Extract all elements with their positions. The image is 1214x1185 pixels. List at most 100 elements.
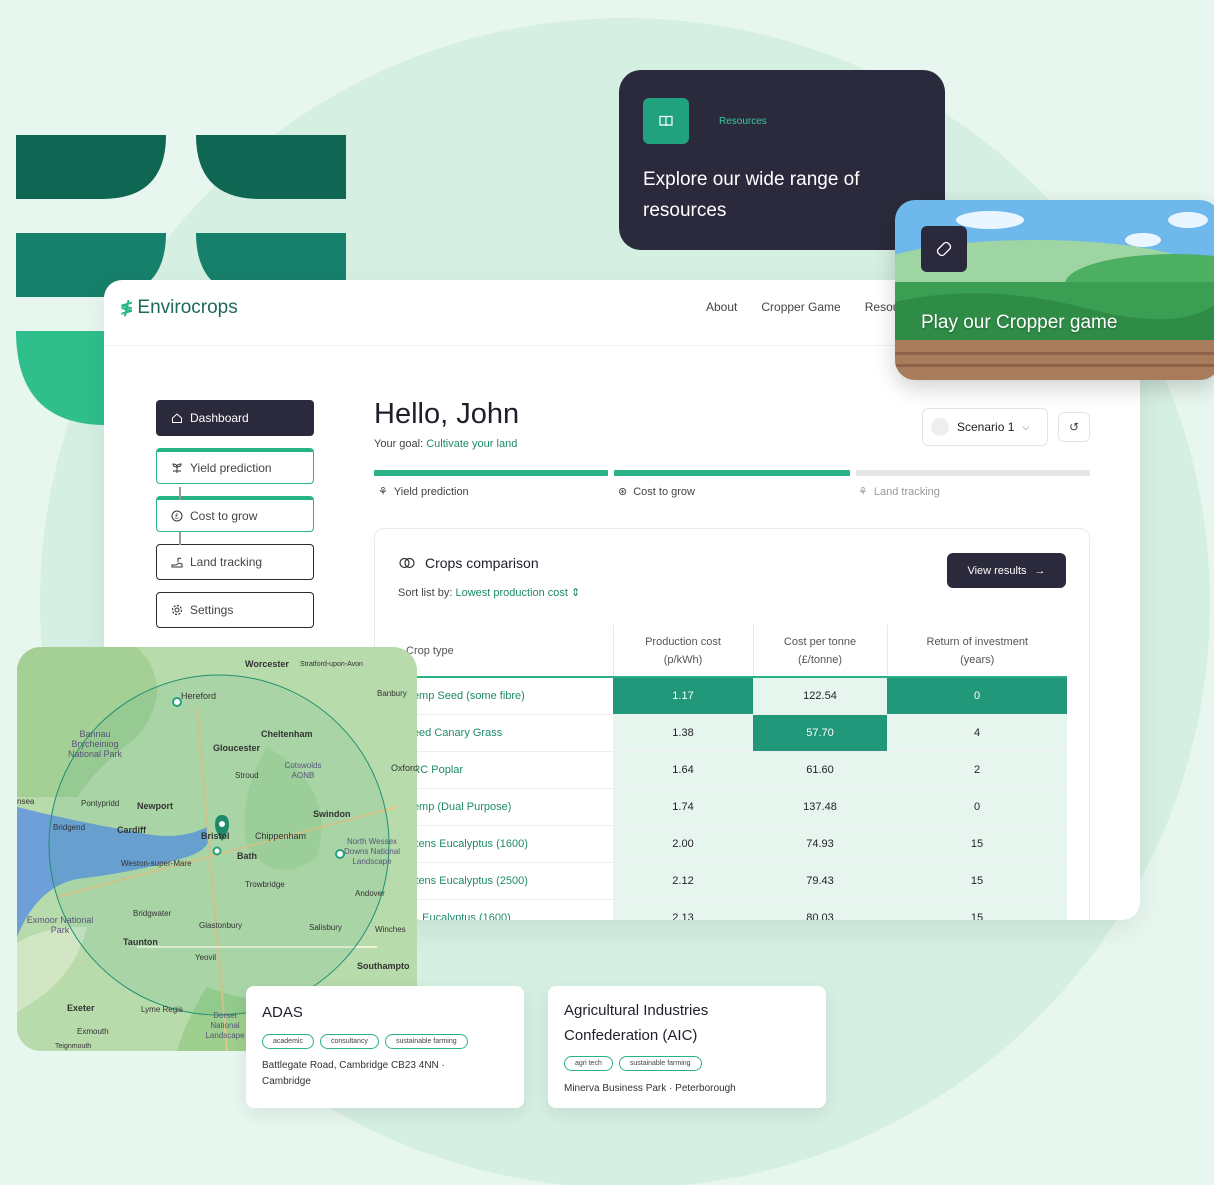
map-label: North Wessex Downs National Landscape [343,837,401,866]
org-tag: agri tech [564,1056,613,1071]
bandage-icon [921,226,967,272]
return-of-investment: 15 [887,862,1067,900]
map-label: Weston-super-Mare [121,859,192,868]
column-header[interactable]: Return of investment (years) [886,625,1067,678]
map-label: Glastonbury [199,921,243,930]
map-label: Bridgwater [133,909,172,918]
org-address: Minerva Business Park · Peterborough [564,1083,736,1094]
return-of-investment: 0 [887,788,1067,826]
map-label: Yeovil [195,953,217,962]
goal-value[interactable]: Cultivate your land [426,438,517,450]
cost-per-tonne: 122.54 [753,677,887,715]
sidebar-item-dashboard[interactable]: Dashboard [156,400,314,436]
map-label: Worcester [245,659,289,669]
sidebar-item-label: Yield prediction [190,460,272,475]
step-cost-to-grow[interactable]: ⊛ Cost to grow [618,485,695,499]
map-label: Lyme Regis [141,1005,183,1014]
map-label: Dorset National Landscape [205,1011,245,1040]
header-text: Return of investment (years) [926,635,1029,666]
sidebar-item-cost-to-grow[interactable]: £ Cost to grow [156,487,314,532]
org-address: Battlegate Road, Cambridge CB23 4NN · Ca… [262,1060,445,1087]
sidebar-item-settings[interactable]: Settings [156,592,314,628]
map-label: Gloucester [213,743,261,753]
sidebar-item-land-tracking[interactable]: Land tracking [156,532,314,580]
cost-per-tonne: 79.43 [753,862,887,900]
cost-per-tonne: 57.70 [753,714,887,752]
header-text: Production cost (p/kWh) [645,635,721,666]
scenario-select[interactable]: Scenario 1 ⌵ [922,408,1048,446]
return-of-investment: 0 [887,677,1067,715]
game-card-text: Play our Cropper game [921,312,1118,333]
arrow-right-icon: → [1034,564,1046,577]
sprout-icon: ⚘ [378,486,388,498]
cost-per-tonne: 74.93 [753,825,887,863]
step-land-tracking[interactable]: ⚘ Land tracking [858,485,940,499]
svg-text:£: £ [175,513,179,520]
plant-hand-icon [171,557,183,568]
sort-arrows-icon: ⇕ [571,587,581,599]
view-results-button[interactable]: View results → [947,553,1066,588]
nav-about[interactable]: About [706,300,737,314]
scenario-value: Scenario 1 [957,420,1015,434]
goal-label: Your goal: [374,438,424,450]
map-label: Bridgend [53,823,86,832]
refresh-icon: ↺ [1068,420,1080,434]
production-cost: 2.00 [613,825,753,863]
map-label: Cotswolds AONB [284,761,322,780]
table-row[interactable]: Reed Canary Grass 1.38 57.70 4 [375,714,1067,752]
org-card-aic[interactable]: Agricultural Industries Confederation (A… [548,986,826,1108]
chevron-down-icon: ⌵ [1022,421,1030,432]
org-card-adas[interactable]: ADAS academic consultancy sustainable fa… [246,986,524,1108]
production-cost: 1.64 [613,751,753,789]
column-header[interactable]: Cost per tonne (£/tonne) [752,625,887,678]
org-name: Agricultural Industries Confederation (A… [564,1002,709,1044]
refresh-button[interactable]: ↺ [1058,412,1090,442]
progress-bar-yield [374,470,608,476]
map-label: Winches [375,925,406,934]
map-label: Bannau Brycheiniog National Park [67,729,123,759]
column-header[interactable]: Production cost (p/kWh) [612,625,753,678]
crops-comparison-card: Crops comparison Sort list by: Lowest pr… [374,528,1090,920]
brand-logo[interactable]: ≸ Envirocrops [120,297,238,319]
logo-mark-icon: ≸ [120,300,134,317]
card-title: Crops comparison [399,555,539,571]
map-label: nsea [17,797,35,806]
table-row[interactable]: Hemp (Dual Purpose) 1.74 137.48 0 [375,788,1067,826]
table-row[interactable]: Nitens Eucalyptus (2500) 2.12 79.43 15 [375,862,1067,900]
map-label: Salisbury [309,923,342,932]
step-connector [179,487,181,500]
map-label: Hereford [181,691,217,701]
table-row[interactable]: Gl. Eucalyptus (1600) 2.13 80.03 15 [375,899,1067,920]
org-tags: academic consultancy sustainable farming [262,1034,468,1049]
cost-per-tonne: 80.03 [753,899,887,920]
map-label: Bath [237,851,257,861]
nav-cropper-game[interactable]: Cropper Game [761,300,840,314]
table-row[interactable]: Hemp Seed (some fibre) 1.17 122.54 0 [375,677,1067,715]
sort-value[interactable]: Lowest production cost [455,587,568,599]
gear-icon [171,604,183,616]
progress-bar-land [856,470,1090,476]
cropper-game-card[interactable]: Play our Cropper game [895,200,1214,380]
map-label: Cardiff [117,825,146,835]
sort-label: Sort list by: [398,587,453,599]
production-cost: 2.12 [613,862,753,900]
sidebar-item-yield-prediction[interactable]: Yield prediction [156,448,314,484]
step-connector [179,532,181,545]
sidebar-item-label: Land tracking [190,555,263,569]
step-yield-prediction[interactable]: ⚘ Yield prediction [378,485,469,499]
book-icon [643,98,689,144]
sort-control: Sort list by: Lowest production cost ⇕ [398,586,580,599]
card-title-text: Crops comparison [425,555,539,571]
map-label: Exmouth [77,1027,109,1036]
page-title: Hello, John [374,398,520,430]
table-row[interactable]: SRC Poplar 1.64 61.60 2 [375,751,1067,789]
coin-icon: ⊛ [618,486,628,498]
sprout-icon [172,462,182,473]
return-of-investment: 4 [887,714,1067,752]
step-label-text: Land tracking [873,485,940,498]
org-name: ADAS [262,1004,303,1021]
map-label: Pontypridd [81,799,120,808]
sidebar-item-label: Dashboard [190,411,249,425]
brand-name: Envirocrops [137,297,238,318]
table-row[interactable]: Nitens Eucalyptus (1600) 2.00 74.93 15 [375,825,1067,863]
